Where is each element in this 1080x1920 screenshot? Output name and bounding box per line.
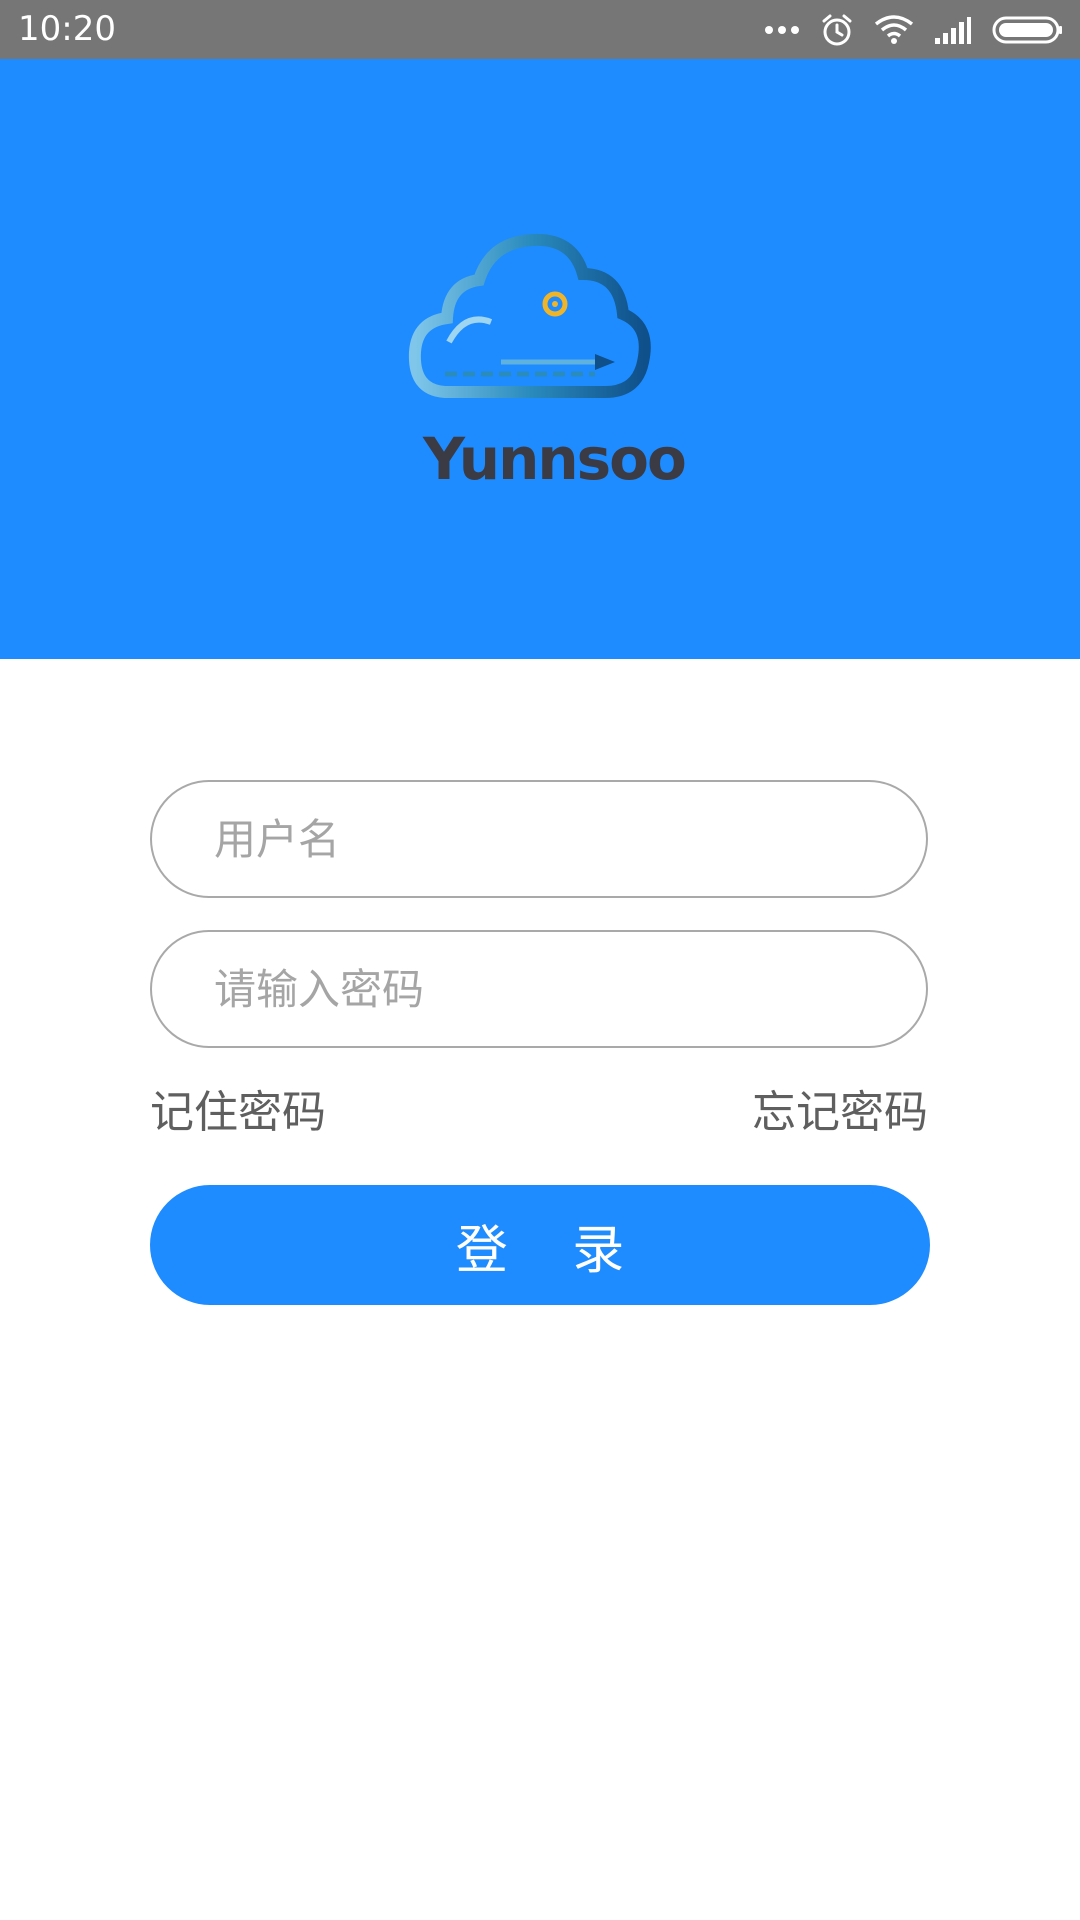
logo-text: Yunnsoo	[423, 425, 687, 493]
username-field[interactable]	[150, 780, 928, 898]
status-bar: 10:20	[0, 0, 1080, 59]
more-dots-icon	[764, 24, 800, 36]
signal-icon	[934, 16, 972, 44]
forgot-password-link[interactable]: 忘记密码	[752, 1083, 928, 1143]
username-input[interactable]	[214, 782, 894, 896]
password-input[interactable]	[214, 932, 894, 1046]
status-icons	[764, 10, 1064, 50]
login-button[interactable]: 登 录	[150, 1185, 930, 1305]
remember-password-link[interactable]: 记住密码	[150, 1083, 326, 1143]
alarm-icon	[820, 13, 854, 47]
status-time: 10:20	[18, 9, 116, 49]
wifi-icon	[874, 14, 914, 46]
battery-icon	[992, 15, 1064, 45]
password-field[interactable]	[150, 930, 928, 1048]
